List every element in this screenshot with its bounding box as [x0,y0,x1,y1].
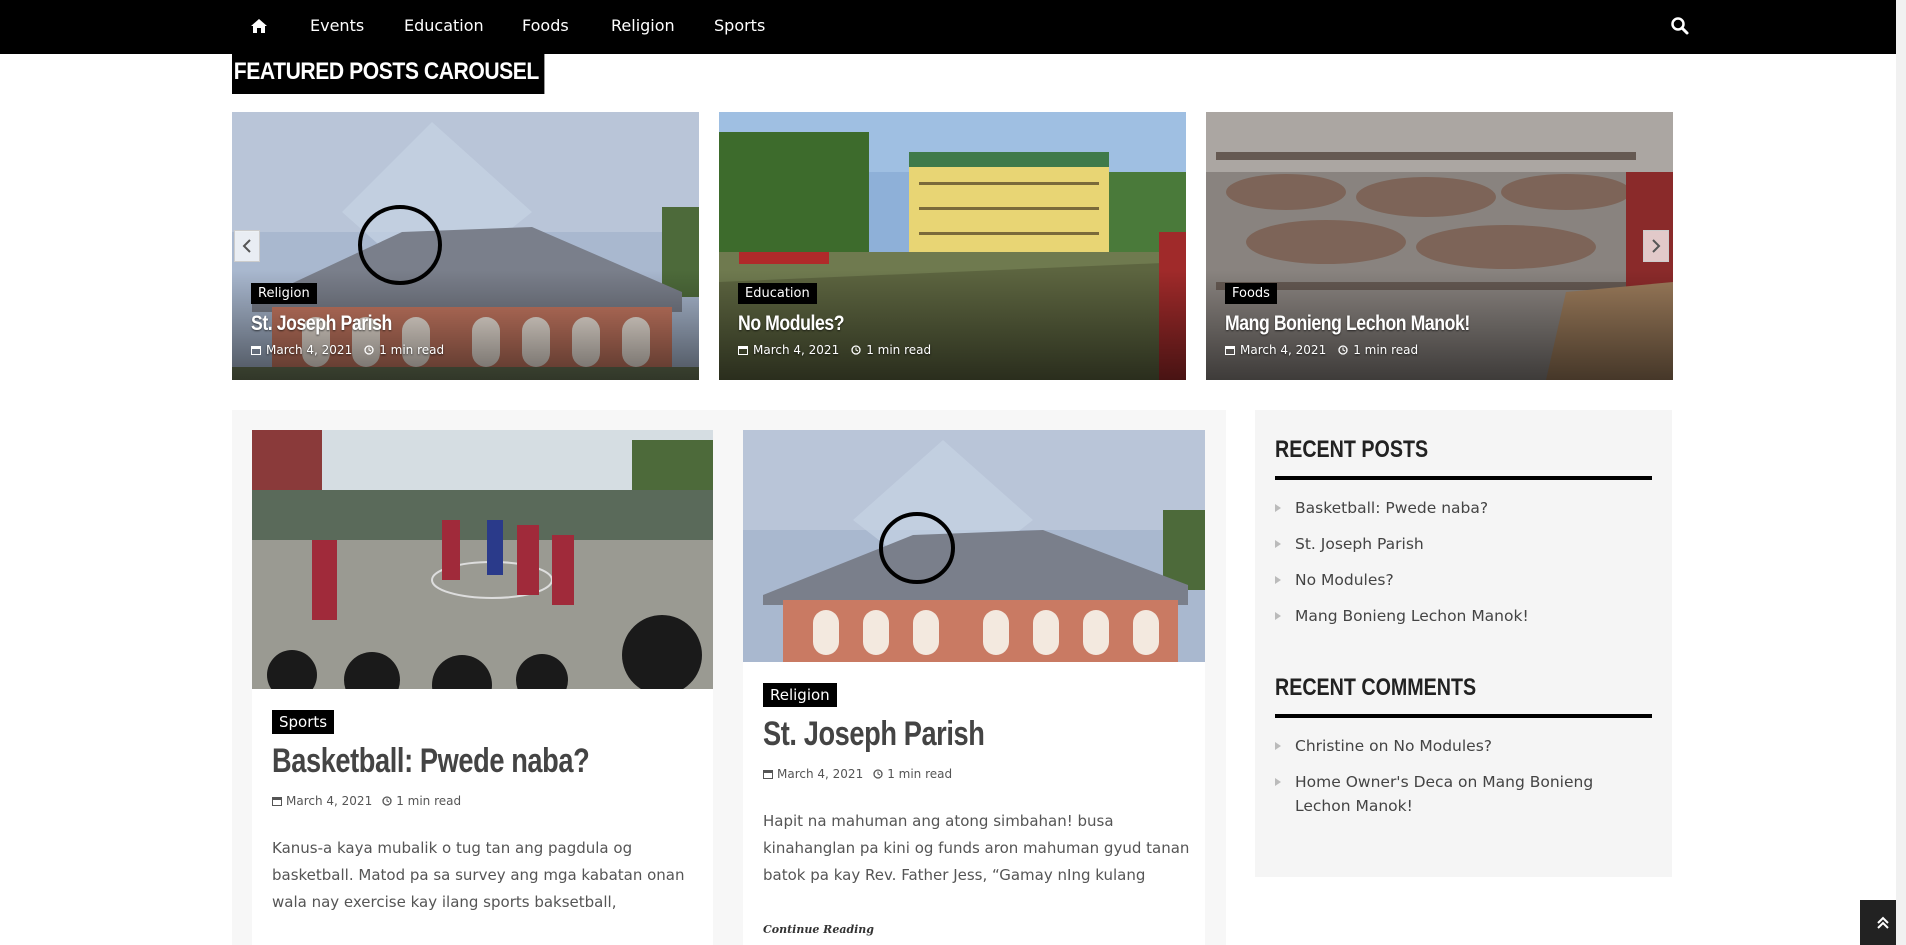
slide-meta: March 4, 2021 1 min read [738,343,931,357]
recent-comments-heading: RECENT COMMENTS [1275,674,1477,701]
comment-author: Christine [1295,737,1365,755]
post-date: March 4, 2021 [777,767,864,781]
double-chevron-up-icon [1877,916,1889,929]
post-category-badge[interactable]: Sports [272,710,335,734]
chevron-left-icon [242,239,251,253]
nav-item-events[interactable]: Events [310,16,364,35]
church-image[interactable] [743,430,1205,662]
post-meta: March 4, 2021 1 min read [272,794,461,808]
slide-meta: March 4, 2021 1 min read [1225,343,1418,357]
post-title[interactable]: Basketball: Pwede naba? [272,742,590,781]
calendar-icon [763,770,773,779]
carousel-prev-button[interactable] [234,230,260,262]
recent-post-item[interactable]: St. Joseph Parish [1275,532,1645,556]
chevron-right-icon [1652,239,1661,253]
slide-category-badge[interactable]: Foods [1225,283,1277,304]
search-icon[interactable] [1670,16,1690,36]
slide-meta: March 4, 2021 1 min read [251,343,444,357]
post-excerpt: Kanus-a kaya mubalik o tug tan ang pagdu… [272,839,685,911]
slide-date: March 4, 2021 [266,343,353,357]
calendar-icon [738,346,748,355]
clock-icon [873,769,883,779]
post-meta: March 4, 2021 1 min read [763,767,952,781]
clock-icon [364,345,374,355]
slide-title[interactable]: Mang Bonieng Lechon Manok! [1225,312,1470,336]
comment-post-link[interactable]: No Modules? [1393,737,1492,755]
recent-comment-item: Home Owner's Deca on Mang Bonieng Lechon… [1275,770,1645,818]
slide-title[interactable]: St. Joseph Parish [251,312,392,336]
slide-title[interactable]: No Modules? [738,312,845,336]
post-category-badge[interactable]: Religion [763,683,837,707]
calendar-icon [1225,346,1235,355]
post-excerpt: Hapit na mahuman ang atong simbahan! bus… [763,812,1190,884]
recent-post-item[interactable]: Mang Bonieng Lechon Manok! [1275,604,1645,628]
post-title[interactable]: St. Joseph Parish [763,715,985,754]
recent-comment-item: Christine on No Modules? [1275,734,1645,758]
clock-icon [851,345,861,355]
clock-icon [1338,345,1348,355]
scrollbar[interactable] [1896,0,1906,945]
heading-divider [1275,714,1652,718]
slide-category-badge[interactable]: Religion [251,283,317,304]
featured-posts-heading: FEATURED POSTS CAROUSEL [232,54,545,94]
nav-item-religion[interactable]: Religion [611,16,675,35]
carousel-next-button[interactable] [1643,230,1669,262]
nav-item-sports[interactable]: Sports [714,16,765,35]
clock-icon [382,796,392,806]
slide-date: March 4, 2021 [1240,343,1327,357]
post-card-basketball: Sports Basketball: Pwede naba? March 4, … [252,430,713,945]
nav-item-foods[interactable]: Foods [522,16,569,35]
recent-post-item[interactable]: No Modules? [1275,568,1645,592]
home-icon[interactable] [250,17,268,35]
slide-read-time: 1 min read [1353,343,1419,357]
post-date: March 4, 2021 [286,794,373,808]
heading-divider [1275,476,1652,480]
post-read-time: 1 min read [396,794,462,808]
post-read-time: 1 min read [887,767,953,781]
carousel-slide-education[interactable]: Education No Modules? March 4, 2021 1 mi… [719,112,1186,380]
basketball-image[interactable] [252,430,713,689]
calendar-icon [272,797,282,806]
nav-item-education[interactable]: Education [404,16,484,35]
carousel-slide-religion[interactable]: Religion St. Joseph Parish March 4, 2021… [232,112,699,380]
slide-date: March 4, 2021 [753,343,840,357]
recent-posts-heading: RECENT POSTS [1275,436,1429,463]
sidebar: RECENT POSTS Basketball: Pwede naba? St.… [1255,410,1672,877]
comment-author: Home Owner's Deca [1295,773,1454,791]
slide-category-badge[interactable]: Education [738,283,817,304]
continue-reading-link[interactable]: Continue Reading [763,923,874,936]
slide-read-time: 1 min read [379,343,445,357]
post-card-st-joseph: Religion St. Joseph Parish March 4, 2021… [743,430,1205,945]
top-navigation: Events Education Foods Religion Sports [0,0,1906,54]
calendar-icon [251,346,261,355]
slide-read-time: 1 min read [866,343,932,357]
carousel-slide-foods[interactable]: Foods Mang Bonieng Lechon Manok! March 4… [1206,112,1673,380]
recent-post-item[interactable]: Basketball: Pwede naba? [1275,496,1645,520]
